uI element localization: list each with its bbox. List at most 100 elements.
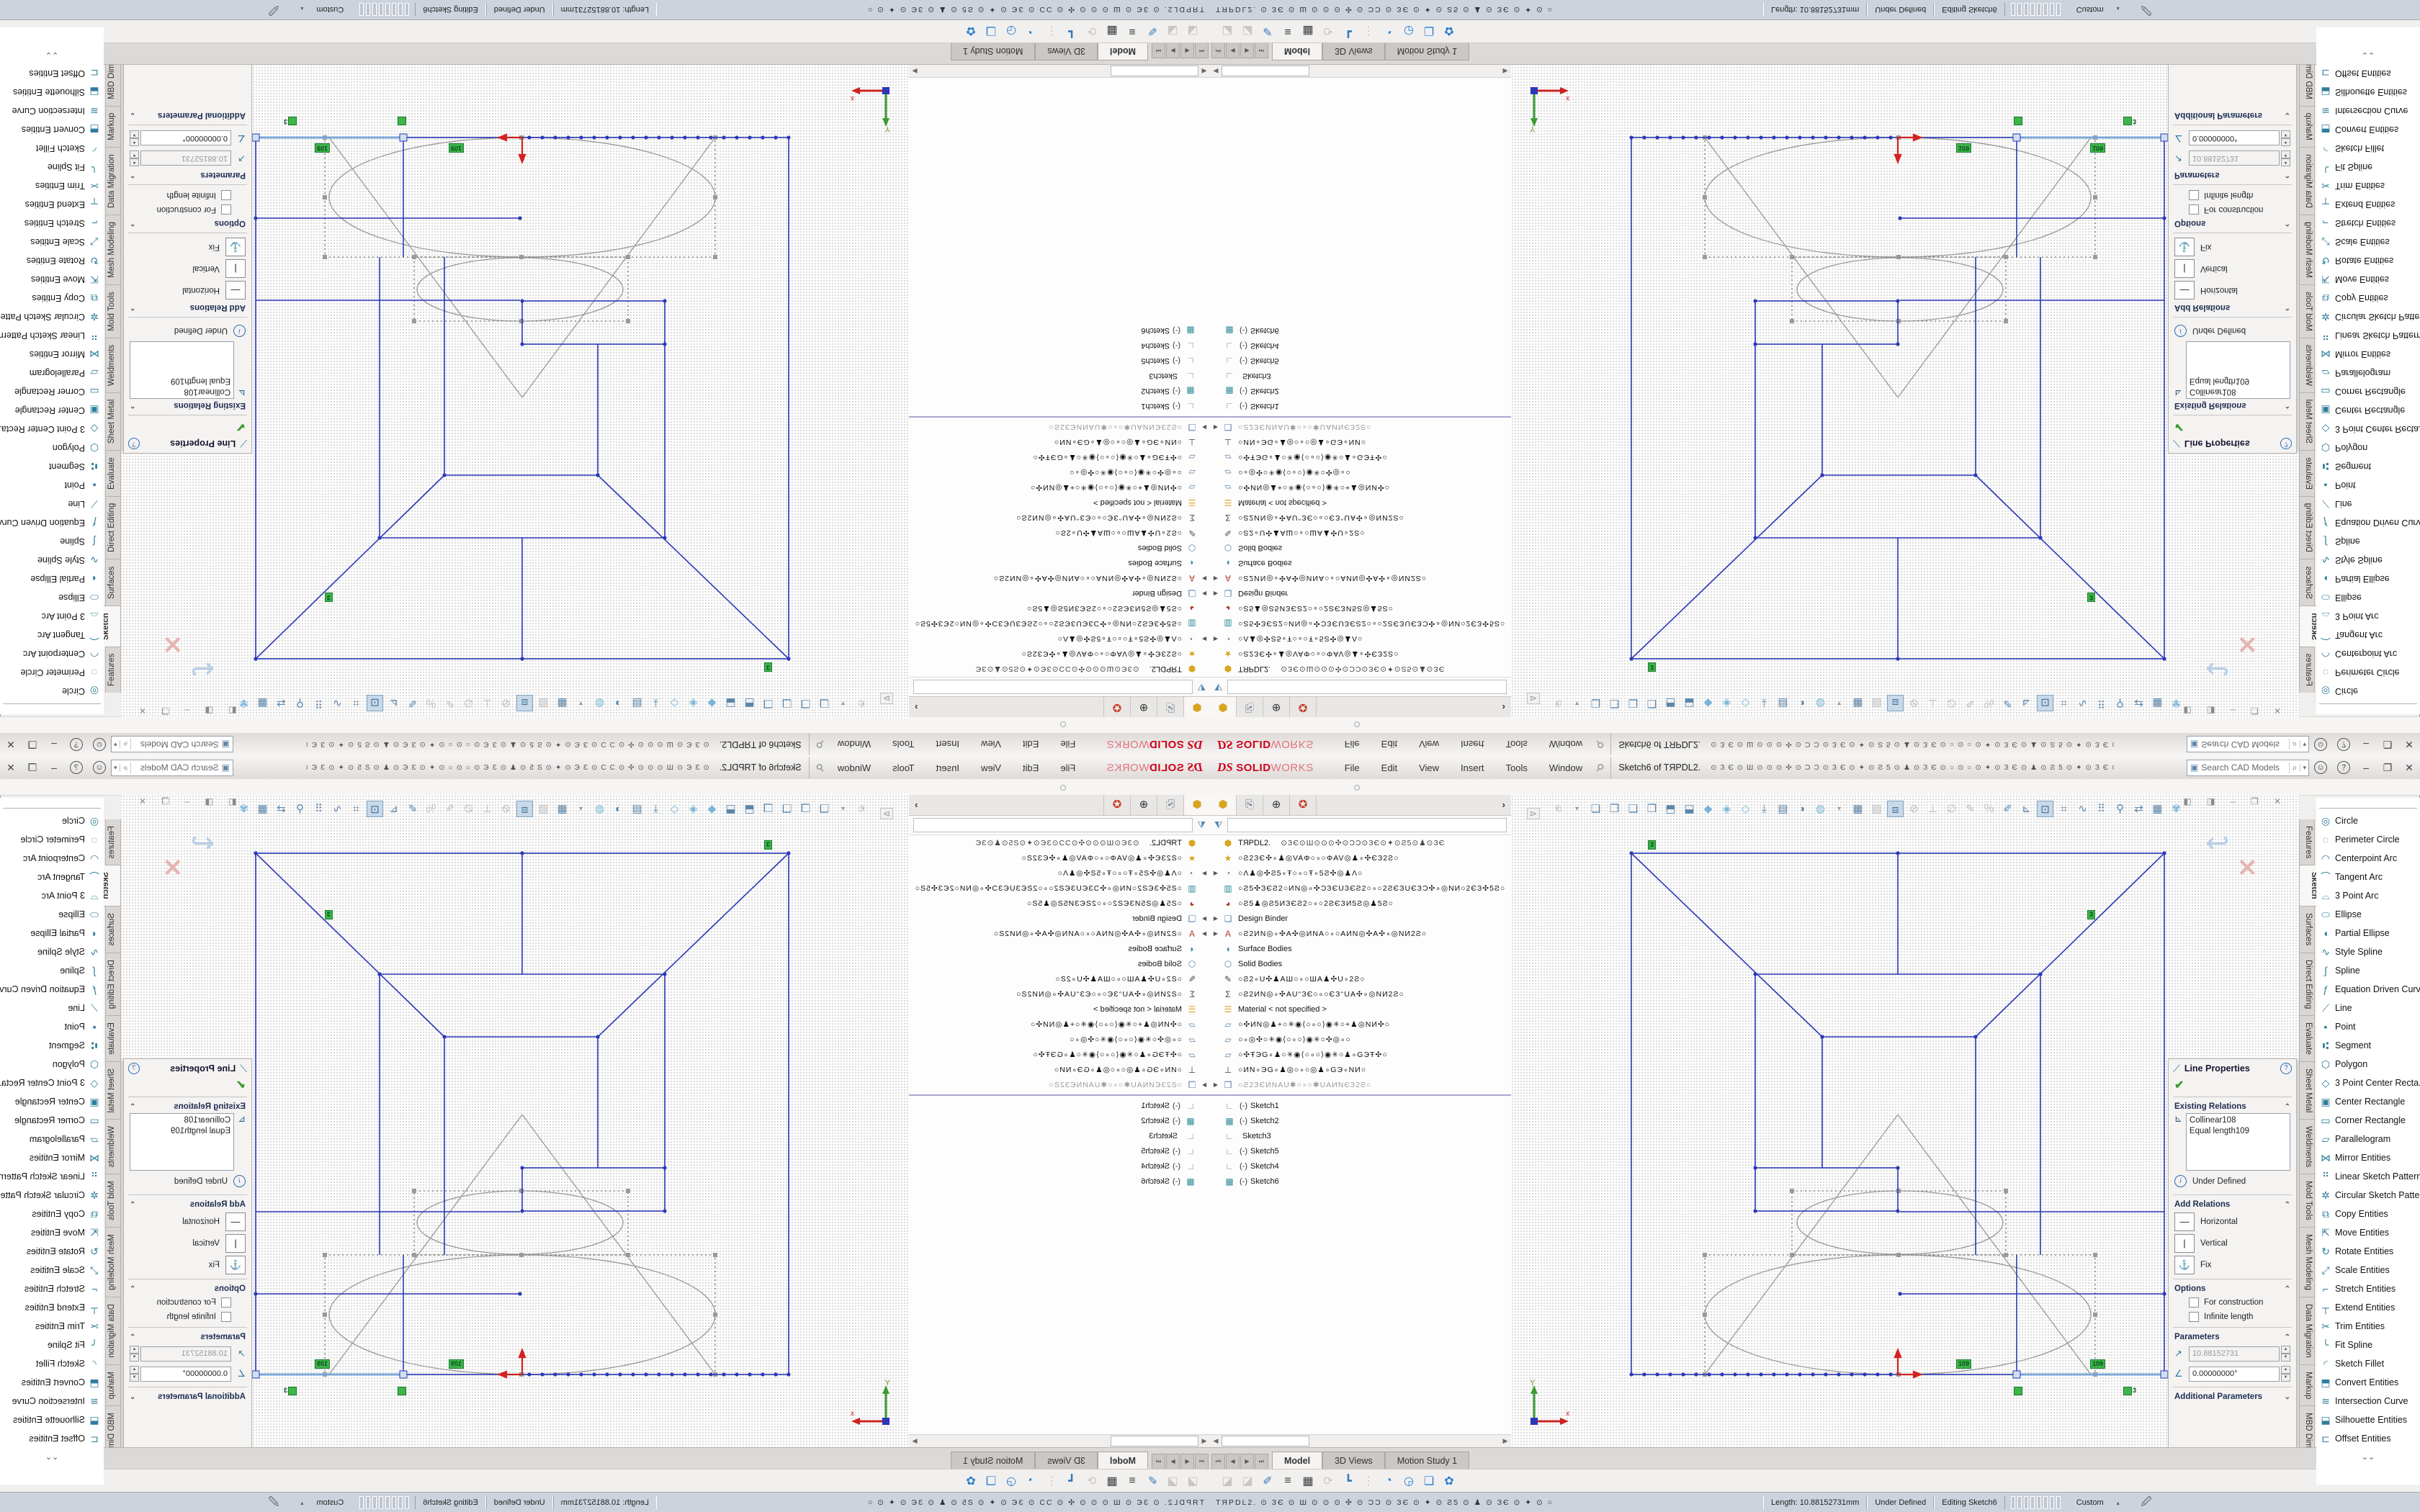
- flyout-tool[interactable]: ◖ Partial Ellipse: [0, 570, 104, 588]
- flyout-tool[interactable]: ⠛ Linear Sketch Pattern: [2316, 1167, 2420, 1186]
- flyout-tool[interactable]: ⬒ Convert Entities: [2316, 1373, 2420, 1392]
- sketch-row[interactable]: ▦ (-) Sketch2: [909, 1113, 1210, 1128]
- command-tab[interactable]: Weldments: [2299, 338, 2315, 392]
- bottom-tool-icon[interactable]: ◔: [1379, 1475, 1399, 1488]
- flyout-tool[interactable]: ⤢ Scale Entities: [2316, 233, 2420, 251]
- horizontal-scrollbar[interactable]: ◀ ▶: [1210, 1434, 1511, 1447]
- bottom-tool-icon[interactable]: ❏: [981, 24, 1001, 38]
- expand-arrow-icon[interactable]: ▶: [1198, 424, 1210, 431]
- flyout-tool[interactable]: ⬭ Ellipse: [0, 588, 104, 607]
- spinner[interactable]: ▲▼: [2281, 1346, 2290, 1362]
- flyout-tool[interactable]: ◌ Perimeter Circle: [2316, 830, 2420, 849]
- flyout-tool[interactable]: ⌒ Tangent Arc: [2316, 626, 2420, 644]
- tree-row[interactable]: ⊥ ○ИN∘ЭG∘♟◎○∘○◎♟∘GЭ∘NИ○: [909, 1062, 1210, 1077]
- flyout-tool[interactable]: ▱ Parallelogram: [2316, 364, 2420, 382]
- checkbox[interactable]: [2189, 1312, 2199, 1322]
- user-icon[interactable]: ☺: [2314, 761, 2327, 774]
- command-tab[interactable]: Markup: [2299, 106, 2315, 147]
- flyout-tool[interactable]: ┬ Extend Entities: [2316, 195, 2420, 214]
- bottom-tool-icon[interactable]: ✿: [1439, 1474, 1459, 1488]
- command-tab[interactable]: Features: [105, 647, 121, 693]
- tree-row[interactable]: ▶ ❏ Design Binder: [909, 911, 1210, 926]
- expand-arrow-icon[interactable]: ▶: [1210, 915, 1222, 922]
- flyout-tool[interactable]: ƒ Equation Driven Curve: [2316, 980, 2420, 999]
- sketch-row[interactable]: ∟ (-) Sketch5: [909, 354, 1210, 369]
- relation-badge[interactable]: 109: [449, 1359, 464, 1369]
- tree-row[interactable]: ▶ ❒ ○Ƨ2ЗЄИNAU✱○∘○✱UAИNЄЗ2Ƨ○: [1210, 1077, 1511, 1092]
- bottom-tool-icon[interactable]: ◶: [1001, 24, 1021, 38]
- collapse-icon[interactable]: ⌃: [2285, 402, 2290, 410]
- flyout-tool[interactable]: ⌐ Stretch Entities: [0, 1279, 104, 1298]
- flyout-tool[interactable]: ╰ Fit Spline: [2316, 1336, 2420, 1354]
- relation-badge[interactable]: 109: [2090, 1359, 2105, 1369]
- flyout-tool[interactable]: ▭ Corner Rectangle: [2316, 1111, 2420, 1130]
- relation-badge[interactable]: 3: [1648, 840, 1656, 850]
- sketch-row[interactable]: ▦ (-) Sketch2: [909, 384, 1210, 399]
- flyout-tool[interactable]: ✂ Trim Entities: [0, 176, 104, 195]
- flyout-tool[interactable]: ◇ 3 Point Center Recta...: [2316, 420, 2420, 438]
- flyout-tool[interactable]: ┬ Extend Entities: [0, 1298, 104, 1317]
- tree-row[interactable]: ▶ ◔ ○Λ♟◎✣Ƨ5∘Ŧ○∘○Ŧ∘5Ƨ✣◎♟Λ○: [909, 865, 1210, 881]
- spinner[interactable]: ▲▼: [130, 130, 139, 146]
- close-button[interactable]: ✕: [0, 762, 22, 774]
- menu-item[interactable]: Edit: [1012, 757, 1049, 779]
- flyout-tool[interactable]: ◖ Partial Ellipse: [2316, 924, 2420, 942]
- tree-row[interactable]: ◖ Surface Bodies: [909, 941, 1210, 956]
- flyout-tool[interactable]: ⤢ Scale Entities: [2316, 1261, 2420, 1279]
- flyout-tool[interactable]: ≋ Intersection Curve: [0, 1392, 104, 1410]
- tab-nav-icon[interactable]: ⏭: [1152, 1454, 1165, 1470]
- bottom-tool-icon[interactable]: ⋮: [1358, 1474, 1379, 1488]
- flyout-tool[interactable]: ⌓ 3 Point Arc: [2316, 886, 2420, 905]
- flyout-tool[interactable]: ⌓ 3 Point Arc: [0, 886, 104, 905]
- relation-badge[interactable]: 3: [325, 910, 333, 919]
- flyout-tool[interactable]: ◠ Centerpoint Arc: [2316, 644, 2420, 663]
- command-tab[interactable]: Features: [2299, 819, 2315, 865]
- checkbox[interactable]: [221, 1297, 231, 1308]
- checkbox[interactable]: [2189, 204, 2199, 215]
- command-tab[interactable]: Mesh Modeling: [2299, 1228, 2315, 1297]
- search-icon[interactable]: ⌕: [2289, 762, 2300, 773]
- relation-square[interactable]: [2014, 1387, 2022, 1395]
- sketch-row[interactable]: ∟ (-) Sketch1: [1210, 399, 1511, 414]
- flyout-tool[interactable]: ↻ Rotate Entities: [2316, 251, 2420, 270]
- add-relation-button[interactable]: ⚓ Fix: [2169, 236, 2296, 258]
- sketch-row[interactable]: ∟ Sketch3: [909, 369, 1210, 384]
- spinner[interactable]: ▲▼: [2281, 1366, 2290, 1382]
- flyout-tool[interactable]: ✂ Trim Entities: [0, 1317, 104, 1336]
- flyout-tool[interactable]: ≋ Intersection Curve: [2316, 102, 2420, 120]
- panel-expand-arrow[interactable]: ›: [1502, 795, 1511, 815]
- document-tab[interactable]: 3D Views: [1322, 42, 1385, 60]
- ok-button[interactable]: ✔: [2169, 418, 2296, 434]
- bottom-tool-icon[interactable]: ✐: [1258, 24, 1278, 38]
- flyout-tool[interactable]: ⬭ Ellipse: [2316, 588, 2420, 607]
- sketch-row[interactable]: ∟ Sketch3: [1210, 369, 1511, 384]
- chevron-down-icon[interactable]: ▾: [112, 741, 120, 749]
- menu-item[interactable]: Tools: [882, 757, 925, 779]
- bottom-tool-icon[interactable]: ◪: [1237, 24, 1258, 38]
- menu-item[interactable]: View: [1408, 757, 1450, 779]
- option-row[interactable]: Infinite length: [124, 188, 251, 202]
- expand-arrow-icon[interactable]: ▶: [1210, 575, 1222, 582]
- chevron-down-icon[interactable]: ▾: [112, 764, 120, 772]
- menu-item[interactable]: Window: [827, 734, 882, 756]
- filter-icon[interactable]: ⧨: [1197, 681, 1206, 693]
- flyout-tool[interactable]: ◌ Perimeter Circle: [0, 663, 104, 682]
- command-tab[interactable]: Weldments: [105, 1120, 121, 1174]
- option-row[interactable]: For construction: [2169, 202, 2296, 217]
- bottom-tool-icon[interactable]: ✐: [1142, 24, 1162, 38]
- bottom-tool-icon[interactable]: ◪: [1183, 24, 1203, 38]
- bottom-tool-icon[interactable]: ❏: [1419, 24, 1439, 38]
- flyout-tool[interactable]: ▱ Parallelogram: [0, 364, 104, 382]
- relation-badge[interactable]: 3: [325, 593, 333, 602]
- scroll-right-icon[interactable]: ▶: [909, 1437, 920, 1445]
- caret-icon[interactable]: ▴: [300, 6, 303, 13]
- sketch-row[interactable]: ∟ (-) Sketch1: [909, 1098, 1210, 1113]
- relation-badge[interactable]: 3: [1648, 662, 1656, 672]
- flyout-tool[interactable]: ⬡ Polygon: [2316, 1055, 2420, 1074]
- flyout-tool[interactable]: ∫ Spline: [0, 961, 104, 980]
- add-relation-button[interactable]: ⚓ Fix: [2169, 1254, 2296, 1276]
- relation-item[interactable]: Equal length109: [133, 1126, 230, 1137]
- tree-row[interactable]: ▱ ○✣ŦЭG∘♟○✳◉⟨○∘○⟩◉✳○♟∘GЭŦ✣○: [1210, 1047, 1511, 1062]
- menu-item[interactable]: Tools: [1495, 757, 1538, 779]
- document-tab[interactable]: Model: [1098, 42, 1148, 60]
